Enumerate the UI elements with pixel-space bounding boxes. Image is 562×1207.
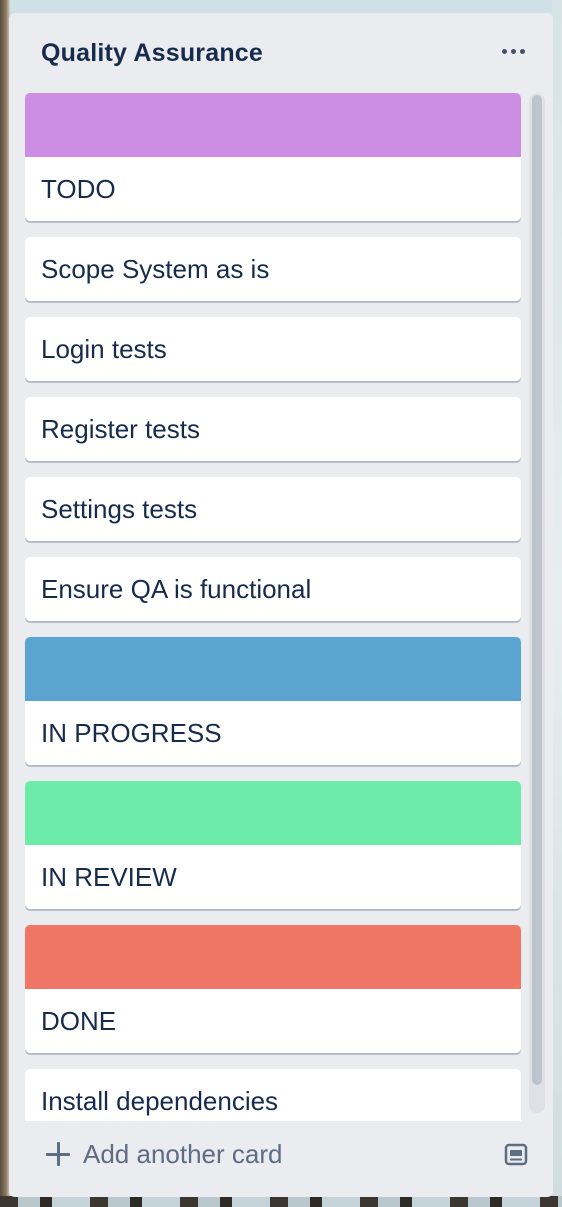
card-template-icon[interactable] bbox=[497, 1135, 535, 1173]
list-title[interactable]: Quality Assurance bbox=[41, 39, 263, 68]
card-title: DONE bbox=[41, 1006, 117, 1036]
card-title: Install dependencies bbox=[41, 1086, 279, 1116]
add-card-label: Add another card bbox=[83, 1138, 283, 1169]
card-title: Login tests bbox=[41, 334, 167, 364]
scrollbar-thumb[interactable] bbox=[532, 95, 542, 1085]
card-template-svg bbox=[504, 1143, 528, 1166]
card-ensure-qa[interactable]: Ensure QA is functional bbox=[25, 557, 521, 621]
card-cover bbox=[25, 925, 521, 989]
card-title: Ensure QA is functional bbox=[41, 574, 312, 604]
card-cover bbox=[25, 93, 521, 157]
card-todo[interactable]: TODO bbox=[25, 93, 521, 221]
card-in-review[interactable]: IN REVIEW bbox=[25, 781, 521, 909]
card-title: TODO bbox=[41, 174, 116, 204]
more-horizontal-icon[interactable] bbox=[495, 33, 531, 69]
card-cover bbox=[25, 637, 521, 701]
card-install-dependencies[interactable]: Install dependencies bbox=[25, 1069, 521, 1121]
list-header: Quality Assurance bbox=[9, 13, 553, 93]
card-title: IN PROGRESS bbox=[41, 718, 222, 748]
add-card-button[interactable]: Add another card bbox=[25, 1130, 296, 1178]
card-composer: Add another card bbox=[25, 1125, 537, 1183]
card-settings-tests[interactable]: Settings tests bbox=[25, 477, 521, 541]
card-title: Scope System as is bbox=[41, 254, 270, 284]
card-cover bbox=[25, 781, 521, 845]
card-list: TODO Scope System as is Login tests Regi… bbox=[25, 93, 521, 1121]
plus-icon bbox=[45, 1141, 71, 1167]
card-title: IN REVIEW bbox=[41, 862, 177, 892]
card-login-tests[interactable]: Login tests bbox=[25, 317, 521, 381]
card-title: Register tests bbox=[41, 414, 200, 444]
board-background-bottom bbox=[0, 1196, 562, 1207]
list-scrollbar[interactable] bbox=[529, 93, 545, 1113]
list-quality-assurance: Quality Assurance TODO Scope System as i… bbox=[9, 13, 553, 1197]
card-title: Settings tests bbox=[41, 494, 198, 524]
card-scope-system[interactable]: Scope System as is bbox=[25, 237, 521, 301]
card-done[interactable]: DONE bbox=[25, 925, 521, 1053]
card-register-tests[interactable]: Register tests bbox=[25, 397, 521, 461]
card-in-progress[interactable]: IN PROGRESS bbox=[25, 637, 521, 765]
board-background-right bbox=[552, 0, 562, 1207]
